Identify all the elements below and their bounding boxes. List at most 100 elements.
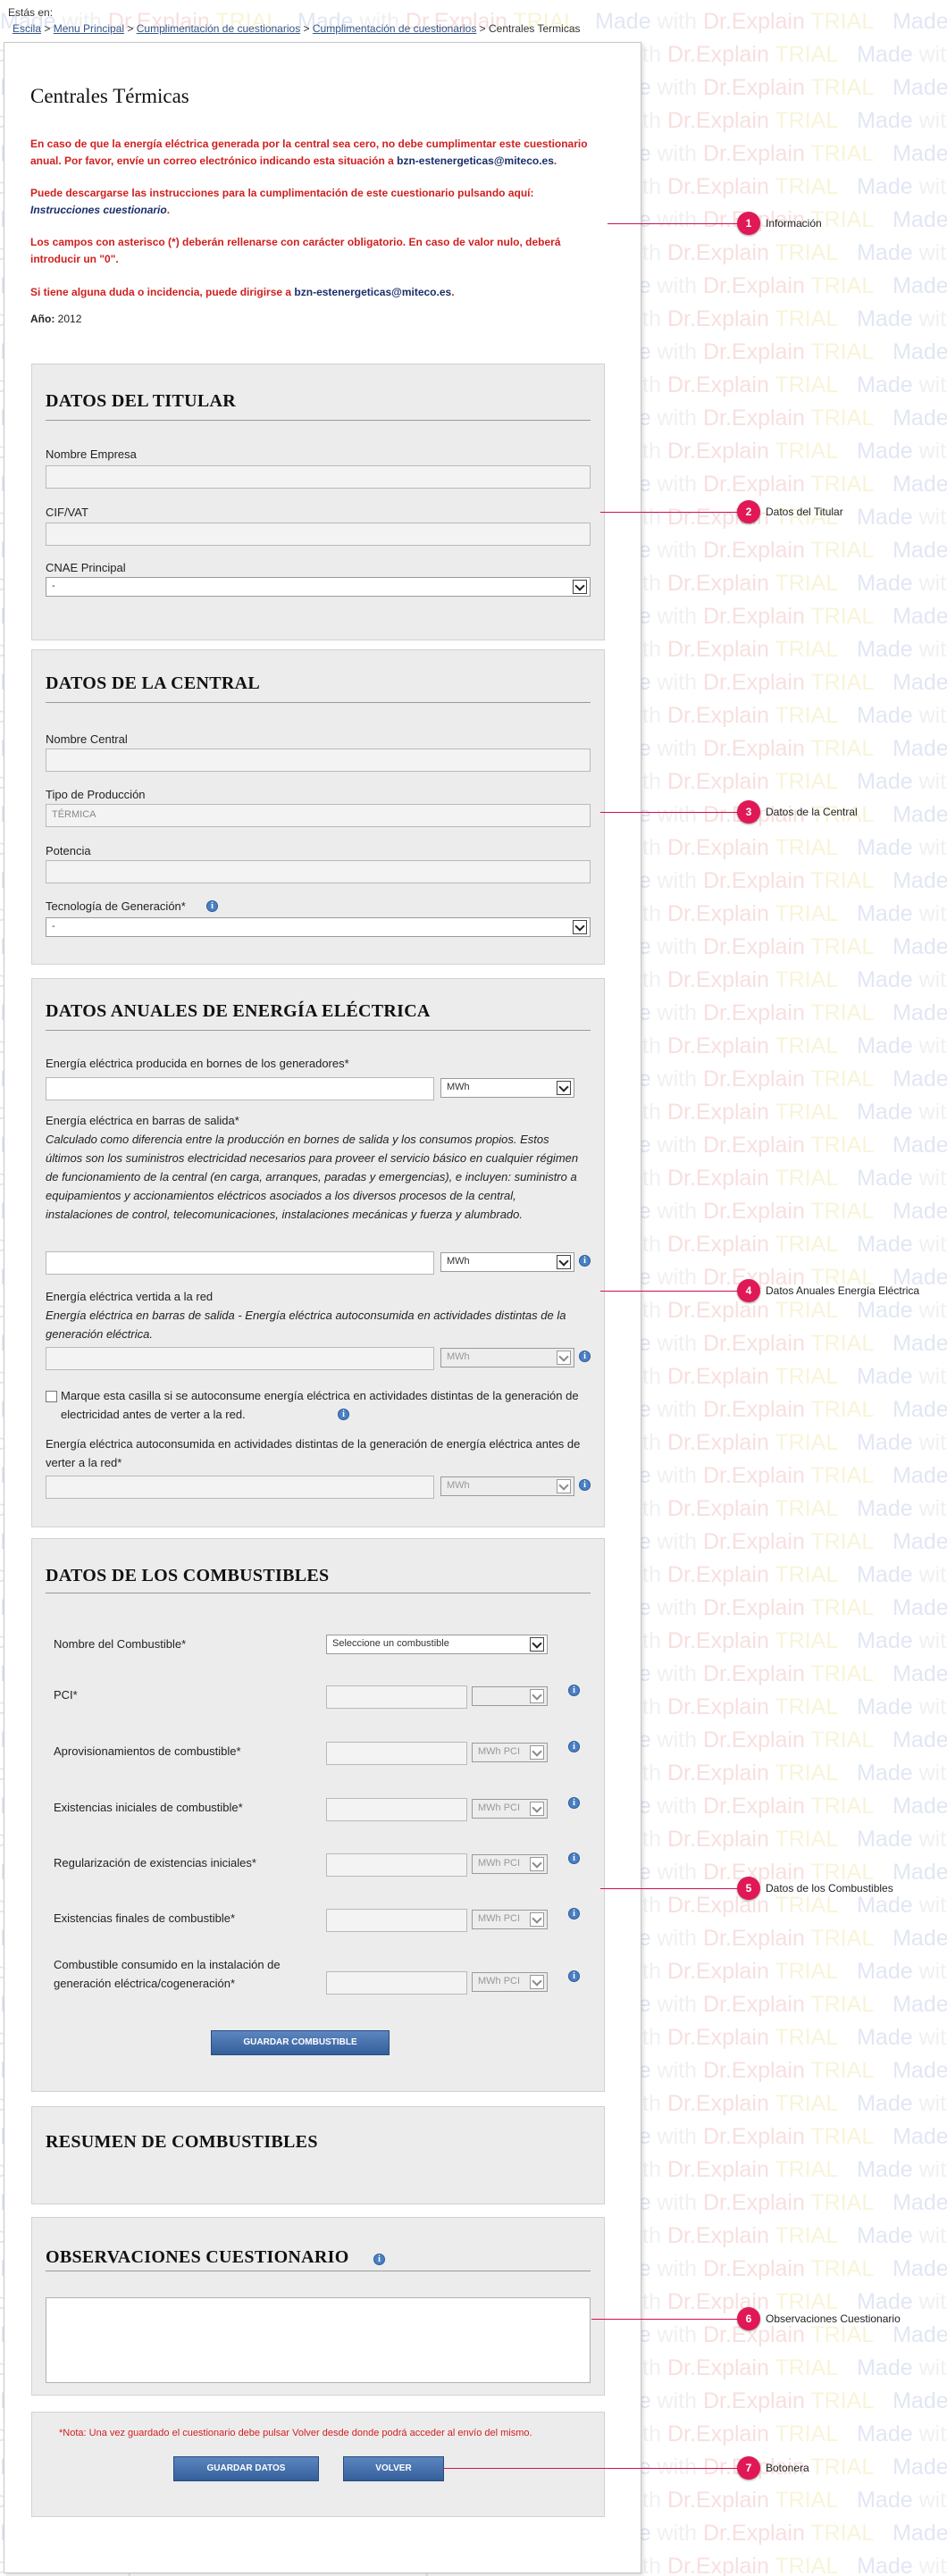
info-icon[interactable]: i bbox=[568, 1741, 580, 1752]
callout-7-line bbox=[443, 2468, 737, 2469]
callout-2-badge: 2 bbox=[737, 500, 760, 523]
info-icon[interactable]: i bbox=[579, 1255, 591, 1267]
autoconsumo-checkbox[interactable] bbox=[46, 1391, 57, 1402]
panel-resumen: RESUMEN DE COMBUSTIBLES bbox=[31, 2106, 605, 2204]
callout-3-badge: 3 bbox=[737, 800, 760, 824]
info-email-link-2[interactable]: bzn-estenergeticas@miteco.es bbox=[294, 286, 451, 298]
info-email-link-1[interactable]: bzn-estenergeticas@miteco.es bbox=[397, 155, 554, 167]
breadcrumb-link-menu[interactable]: Menu Principal bbox=[54, 22, 124, 35]
chevron-down-icon bbox=[530, 1802, 544, 1816]
observaciones-title: OBSERVACIONES CUESTIONARIO bbox=[46, 2247, 349, 2267]
callout-5-label: Datos de los Combustibles bbox=[766, 1882, 893, 1894]
info-contact: Si tiene alguna duda o incidencia, puede… bbox=[30, 286, 455, 298]
aprov-unit-select: MWh PCI bbox=[472, 1743, 548, 1762]
combustible-placeholder: Seleccione un combustible bbox=[332, 1638, 449, 1649]
callout-3-line bbox=[600, 812, 737, 813]
info-icon[interactable]: i bbox=[568, 1797, 580, 1809]
info-icon[interactable]: i bbox=[373, 2254, 385, 2265]
callout-2-line bbox=[600, 512, 737, 513]
chevron-down-icon bbox=[557, 1081, 571, 1095]
chevron-down-icon bbox=[557, 1479, 571, 1493]
info-icon[interactable]: i bbox=[568, 1908, 580, 1919]
potencia-input[interactable] bbox=[46, 860, 591, 883]
pci-input bbox=[326, 1685, 467, 1709]
tecnologia-label: Tecnología de Generación* bbox=[46, 899, 186, 913]
regular-unit-select: MWh PCI bbox=[472, 1854, 548, 1874]
nombre-central-input[interactable] bbox=[46, 749, 591, 772]
autoconsumo-label: Energía eléctrica autoconsumida en activ… bbox=[46, 1437, 581, 1469]
anuales-title: DATOS ANUALES DE ENERGÍA ELÉCTRICA bbox=[46, 1001, 431, 1021]
bornes-input[interactable] bbox=[46, 1077, 434, 1100]
regular-input bbox=[326, 1853, 467, 1877]
info-icon[interactable]: i bbox=[568, 1685, 580, 1696]
observaciones-textarea[interactable] bbox=[46, 2297, 591, 2383]
anuales-rule bbox=[46, 1030, 591, 1031]
consumido-input bbox=[326, 1971, 467, 1995]
guardar-combustible-button[interactable]: GUARDAR COMBUSTIBLE bbox=[211, 2030, 390, 2055]
chevron-down-icon bbox=[557, 1255, 571, 1269]
exist-fin-label: Existencias finales de combustible* bbox=[54, 1911, 236, 1925]
pci-label: PCI* bbox=[54, 1688, 78, 1702]
barras-unit-select[interactable]: MWh bbox=[440, 1252, 574, 1272]
autoconsumo-checkbox-label: Marque esta casilla si se autoconsume en… bbox=[61, 1389, 579, 1421]
central-rule bbox=[46, 702, 591, 703]
callout-6-label: Observaciones Cuestionario bbox=[766, 2313, 901, 2325]
info-icon[interactable]: i bbox=[579, 1351, 591, 1362]
callout-7-badge: 7 bbox=[737, 2456, 760, 2480]
titular-rule bbox=[46, 420, 591, 421]
info-icon[interactable]: i bbox=[338, 1409, 349, 1420]
tecnologia-select[interactable]: - bbox=[46, 917, 591, 937]
consumido-unit-value: MWh PCI bbox=[478, 1976, 521, 1986]
combustible-nombre-label: Nombre del Combustible* bbox=[54, 1637, 187, 1651]
breadcrumb: Escila > Menu Principal > Cumplimentació… bbox=[13, 22, 581, 35]
cnae-label: CNAE Principal bbox=[46, 561, 126, 574]
breadcrumb-link-cumplimentacion-2[interactable]: Cumplimentación de cuestionarios bbox=[313, 22, 476, 35]
cnae-selected-value: - bbox=[52, 581, 55, 591]
tecnologia-selected-value: - bbox=[52, 921, 55, 932]
info-mandatory: Los campos con asterisco (*) deberán rel… bbox=[30, 236, 561, 265]
instructions-link[interactable]: Instrucciones cuestionario bbox=[30, 204, 167, 216]
callout-1-line bbox=[608, 223, 737, 224]
guardar-datos-button[interactable]: GUARDAR DATOS bbox=[173, 2456, 319, 2481]
titular-title: DATOS DEL TITULAR bbox=[46, 391, 236, 411]
footer-note: *Nota: Una vez guardado el cuestionario … bbox=[59, 2428, 532, 2438]
aprov-input bbox=[326, 1742, 467, 1765]
bornes-unit-select[interactable]: MWh bbox=[440, 1078, 574, 1098]
chevron-down-icon bbox=[530, 1857, 544, 1871]
panel-titular: DATOS DEL TITULAR Nombre Empresa CIF/VAT… bbox=[31, 364, 605, 640]
questionnaire-page: Estás en: Escila > Menu Principal > Cump… bbox=[0, 0, 643, 2576]
tipo-produccion-input[interactable]: TÉRMICA bbox=[46, 804, 591, 827]
cnae-select[interactable]: - bbox=[46, 577, 591, 597]
volver-button[interactable]: VOLVER bbox=[343, 2456, 444, 2481]
info-icon[interactable]: i bbox=[568, 1853, 580, 1864]
callout-1-label: Información bbox=[766, 217, 822, 230]
breadcrumb-link-cumplimentacion-1[interactable]: Cumplimentación de cuestionarios bbox=[137, 22, 300, 35]
page-title: Centrales Térmicas bbox=[30, 85, 189, 107]
vertida-label: Energía eléctrica vertida a la red bbox=[46, 1290, 214, 1303]
combustible-select[interactable]: Seleccione un combustible bbox=[326, 1635, 548, 1654]
callout-4-label: Datos Anuales Energía Eléctrica bbox=[766, 1284, 920, 1297]
chevron-down-icon bbox=[573, 920, 587, 934]
barras-input[interactable] bbox=[46, 1251, 434, 1275]
chevron-down-icon bbox=[557, 1351, 571, 1365]
breadcrumb-link-escila[interactable]: Escila bbox=[13, 22, 41, 35]
year-label: Año: bbox=[30, 313, 55, 325]
info-icon[interactable]: i bbox=[206, 900, 218, 912]
chevron-down-icon bbox=[530, 1689, 544, 1703]
cif-input[interactable] bbox=[46, 523, 591, 546]
vertida-input bbox=[46, 1347, 434, 1370]
callout-7-label: Botonera bbox=[766, 2462, 809, 2474]
info-icon[interactable]: i bbox=[579, 1479, 591, 1491]
callout-5-line bbox=[600, 1888, 737, 1889]
info-contact-text: Si tiene alguna duda o incidencia, puede… bbox=[30, 286, 292, 298]
breadcrumb-current: Centrales Termicas bbox=[489, 22, 581, 35]
callout-1-badge: 1 bbox=[737, 212, 760, 235]
vertida-unit-value: MWh bbox=[447, 1351, 470, 1362]
consumido-unit-select: MWh PCI bbox=[472, 1972, 548, 1992]
callout-3-label: Datos de la Central bbox=[766, 806, 858, 818]
info-zero-energy: En caso de que la energía eléctrica gene… bbox=[30, 138, 588, 167]
nombre-empresa-input[interactable] bbox=[46, 465, 591, 489]
exist-fin-input bbox=[326, 1909, 467, 1932]
info-icon[interactable]: i bbox=[568, 1970, 580, 1982]
chevron-down-icon bbox=[530, 1637, 544, 1652]
